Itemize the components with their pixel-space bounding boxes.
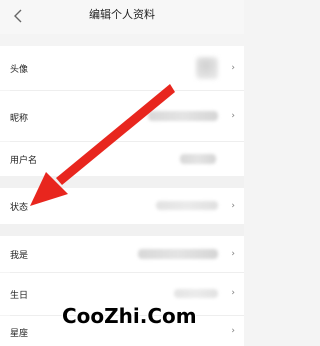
nickname-value <box>148 111 218 121</box>
chevron-right-icon: › <box>231 111 235 121</box>
page-title: 编辑个人资料 <box>89 8 155 21</box>
row-label-birthday: 生日 <box>10 291 29 301</box>
row-avatar[interactable]: 头像 › <box>0 46 244 90</box>
row-status[interactable]: 状态 › <box>0 188 244 224</box>
row-label-status: 状态 <box>10 203 29 213</box>
chevron-right-icon: › <box>231 288 235 298</box>
row-nickname[interactable]: 昵称 › <box>0 91 244 141</box>
row-label-nickname: 昵称 <box>10 114 29 124</box>
status-value <box>156 201 218 210</box>
row-username[interactable]: 用户名 <box>0 142 244 176</box>
row-label-gender: 我是 <box>10 251 29 261</box>
chevron-right-icon: › <box>231 249 235 259</box>
row-label-username: 用户名 <box>10 156 38 166</box>
username-value <box>180 154 216 164</box>
birthday-value <box>174 289 218 298</box>
chevron-right-icon: › <box>231 201 235 211</box>
top-bar: 编辑个人资料 <box>0 0 244 34</box>
watermark: CooZhi.Com <box>62 304 197 328</box>
section-gap <box>0 224 244 236</box>
chevron-right-icon: › <box>231 63 235 73</box>
section-gap <box>0 176 244 188</box>
row-gender[interactable]: 我是 › <box>0 236 244 272</box>
gender-value <box>138 249 218 259</box>
row-label-avatar: 头像 <box>10 65 29 75</box>
edit-profile-screen: 编辑个人资料 头像 › 昵称 › 用户名 状态 › 我是 › 生日 › 星座 ›… <box>0 0 244 346</box>
avatar <box>196 57 218 79</box>
row-label-zodiac: 星座 <box>10 329 29 339</box>
chevron-right-icon: › <box>231 326 235 336</box>
